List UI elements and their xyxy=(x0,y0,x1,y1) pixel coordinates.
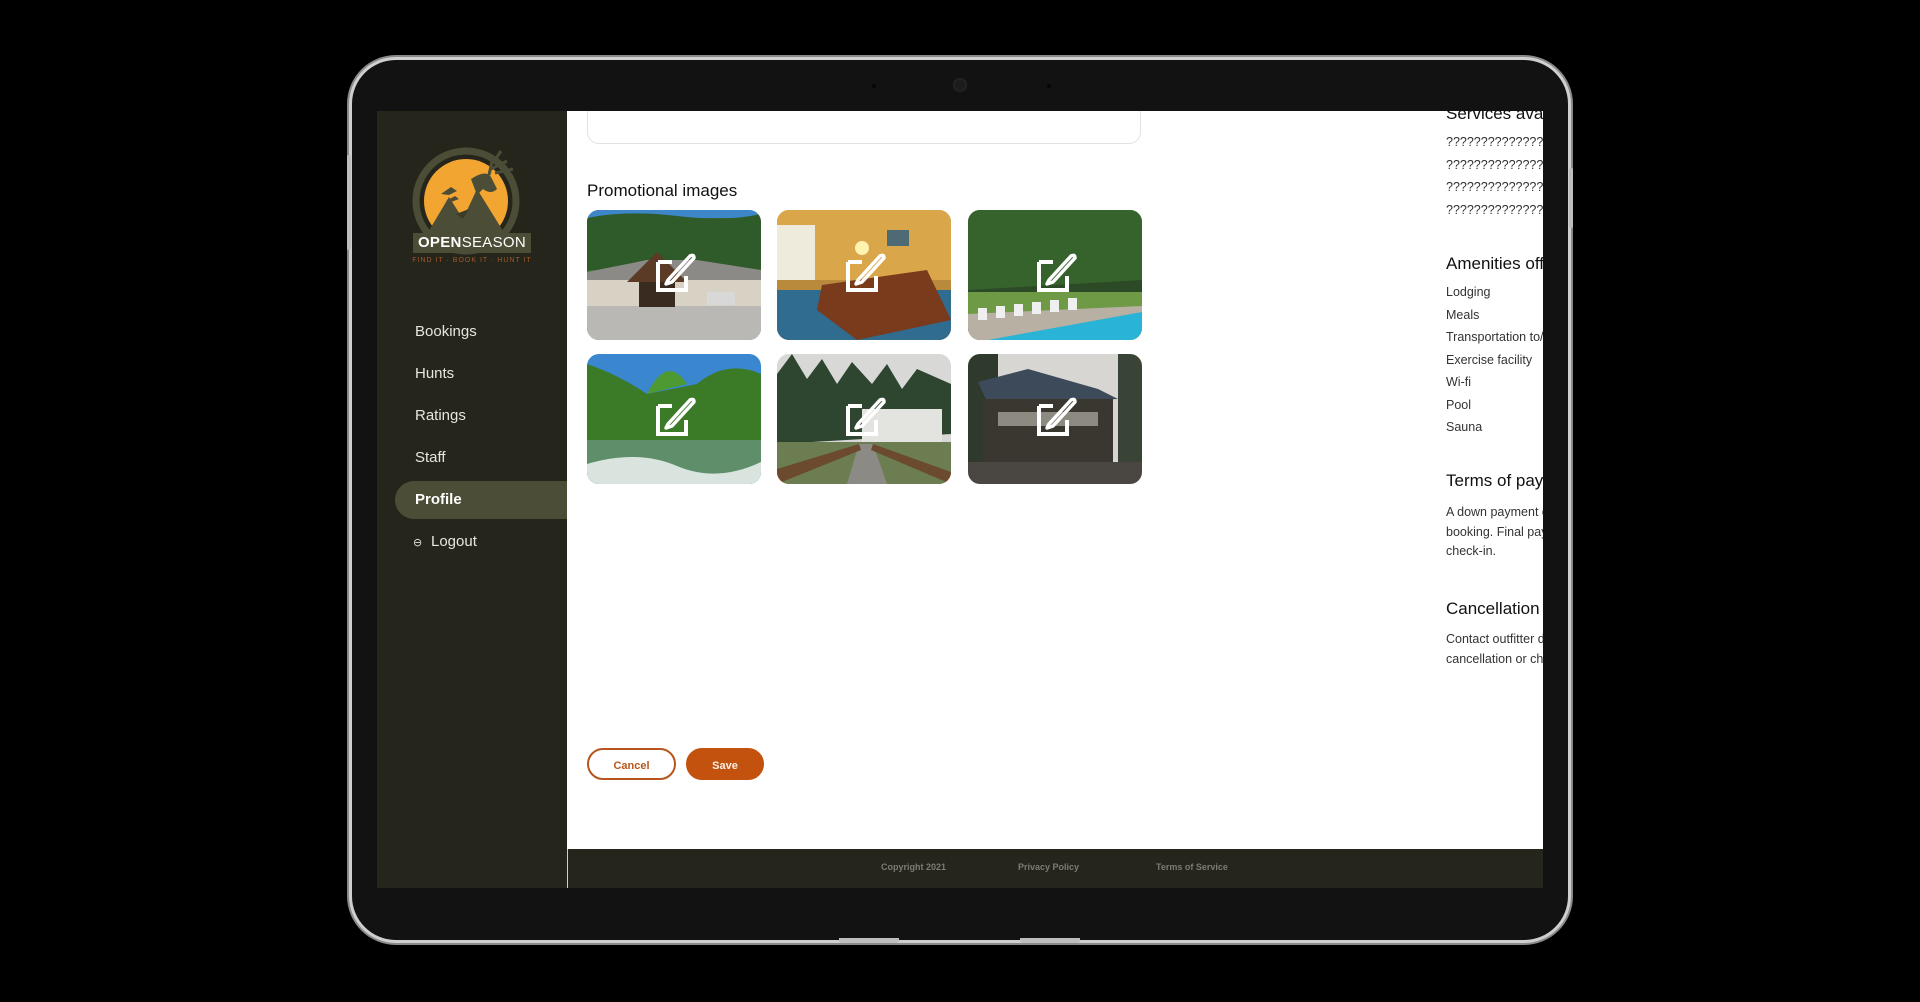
payment-section-title: Terms of payment xyxy=(1446,471,1543,490)
edit-icon xyxy=(846,397,886,436)
camera-icon xyxy=(953,78,967,92)
sidebar-item-ratings[interactable]: Ratings xyxy=(395,397,567,435)
amenities-section-title: Amenities offered xyxy=(1446,254,1543,274)
promo-image-tile[interactable] xyxy=(777,354,951,484)
promo-image-tile[interactable] xyxy=(968,210,1142,340)
sidebar-item-label: Hunts xyxy=(415,365,455,382)
privacy-policy-link[interactable]: Privacy Policy xyxy=(1018,862,1079,872)
sidebar-item-label: Logout xyxy=(431,533,477,550)
amenity-item: Pool xyxy=(1446,398,1472,412)
payment-terms-text: A down payment of 50% is required upon b… xyxy=(1446,503,1543,562)
service-item: ?????????????? xyxy=(1446,203,1543,217)
sidebar-item-label: Staff xyxy=(415,449,446,466)
main-content: Promotional images Cancel Save Services … xyxy=(567,111,1543,849)
service-item: ?????????????? xyxy=(1446,135,1543,149)
sidebar-item-staff[interactable]: Staff xyxy=(395,439,567,477)
description-textarea[interactable] xyxy=(587,111,1141,144)
service-item: ?????????????? xyxy=(1446,158,1543,172)
cancellation-policy-text: Contact outfitter directly to discuss ca… xyxy=(1446,630,1543,669)
promo-image-tile[interactable] xyxy=(587,210,761,340)
text-line: check-in. xyxy=(1446,544,1497,558)
sidebar: OPENSEASON FIND IT · BOOK IT · HUNT IT B… xyxy=(377,111,567,888)
section-title-text: Services available xyxy=(1446,111,1543,123)
amenity-item: Meals xyxy=(1446,308,1480,322)
tablet-bottom-nub xyxy=(839,938,899,943)
sidebar-item-label: Profile xyxy=(415,491,462,508)
tablet-bottom-nub xyxy=(1020,938,1080,943)
sidebar-item-label: Ratings xyxy=(415,407,466,424)
promo-image-tile[interactable] xyxy=(587,354,761,484)
sidebar-item-logout[interactable]: ⊖ Logout xyxy=(395,523,567,561)
cancel-button[interactable]: Cancel xyxy=(587,748,676,780)
terms-of-service-link[interactable]: Terms of Service xyxy=(1156,862,1228,872)
promo-image-tile[interactable] xyxy=(968,354,1142,484)
amenity-item: Transportation to/from hunt site xyxy=(1446,330,1543,344)
tablet-side-button xyxy=(347,155,351,250)
logo-tagline: FIND IT · BOOK IT · HUNT IT xyxy=(412,257,532,264)
openseason-logo[interactable] xyxy=(411,139,533,299)
sidebar-item-bookings[interactable]: Bookings xyxy=(395,313,567,351)
save-button[interactable]: Save xyxy=(686,748,764,780)
cancellation-section-title: Cancellation policy xyxy=(1446,599,1543,618)
amenity-item: Wi-fi xyxy=(1446,375,1471,389)
sensor-dot xyxy=(1047,84,1051,88)
service-item: ?????????????? xyxy=(1446,180,1543,194)
edit-icon xyxy=(656,253,696,292)
promotional-images-title: Promotional images xyxy=(587,181,738,200)
edit-icon xyxy=(1037,397,1077,436)
text-line: booking. Final payment is due upon xyxy=(1446,524,1543,539)
copyright-text: Copyright 2021 xyxy=(881,862,947,872)
logout-icon: ⊖ xyxy=(413,537,423,549)
amenity-item: Lodging xyxy=(1446,285,1491,299)
app-screen: OPENSEASON FIND IT · BOOK IT · HUNT IT B… xyxy=(377,111,1543,888)
footer: Copyright 2021 Privacy Policy Terms of S… xyxy=(567,849,1543,888)
amenity-item: Exercise facility xyxy=(1446,353,1533,367)
sensor-dot xyxy=(872,84,876,88)
amenity-item: Sauna xyxy=(1446,420,1483,434)
sidebar-item-hunts[interactable]: Hunts xyxy=(395,355,567,393)
edit-icon xyxy=(656,397,696,436)
sidebar-item-label: Bookings xyxy=(415,323,477,340)
promo-image-tile[interactable] xyxy=(777,210,951,340)
text-line: A down payment of 50% is required upon xyxy=(1446,505,1543,519)
logo-emblem-icon xyxy=(412,147,520,255)
text-line: Contact outfitter directly to discuss xyxy=(1446,632,1543,646)
text-line: cancellation or changes to your trip. xyxy=(1446,651,1543,666)
edit-icon xyxy=(846,253,886,292)
services-section-title: Services available xyxy=(1446,111,1543,124)
sidebar-item-profile[interactable]: Profile xyxy=(395,481,567,519)
tablet-side-button xyxy=(1569,168,1573,228)
edit-icon xyxy=(1037,253,1077,292)
logo-wordmark: OPENSEASON xyxy=(413,233,531,253)
section-title-text: Amenities offered xyxy=(1446,254,1543,273)
